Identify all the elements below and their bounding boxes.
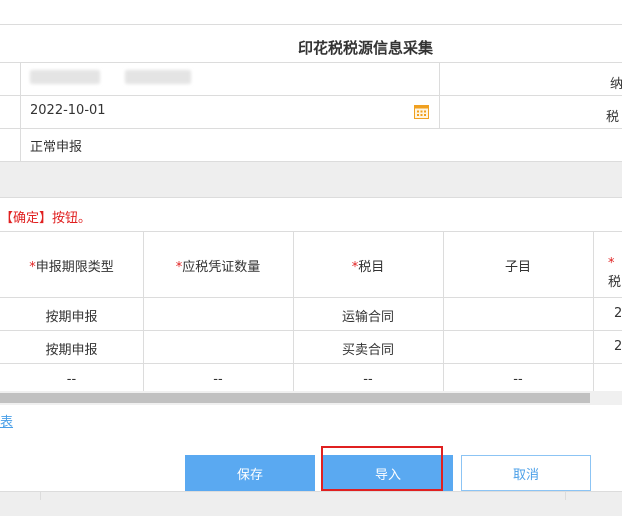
report-type-value: 正常申报 bbox=[30, 140, 83, 155]
redacted-value bbox=[30, 70, 100, 84]
header-label: 应税凭证数量 bbox=[182, 260, 261, 275]
strip-divider bbox=[40, 492, 41, 500]
highlight-box bbox=[321, 446, 443, 491]
title-divider bbox=[0, 62, 622, 63]
table-cell: 按期申报 bbox=[45, 343, 98, 358]
header-label: 税目 bbox=[358, 260, 385, 275]
table-top-border bbox=[0, 231, 622, 232]
header-sub-item: 子目 bbox=[443, 256, 593, 275]
table-link[interactable]: 表 bbox=[0, 411, 13, 430]
top-border bbox=[0, 24, 622, 25]
table-header-border bbox=[0, 297, 622, 298]
table-cell: -- bbox=[66, 372, 77, 387]
save-button[interactable]: 保存 bbox=[185, 455, 315, 491]
required-mark: * bbox=[608, 256, 615, 271]
table-cell: -- bbox=[213, 372, 223, 387]
row-label-divider bbox=[20, 62, 21, 162]
header-label: 子目 bbox=[504, 260, 531, 275]
table-cell: 2 bbox=[614, 306, 622, 321]
header-period-type: *申报期限类型 bbox=[0, 256, 143, 275]
header-tax-item: *税目 bbox=[293, 256, 443, 275]
row2-right-label: 税 bbox=[606, 110, 620, 125]
table-cell: -- bbox=[363, 372, 373, 387]
table-row-border bbox=[0, 363, 622, 364]
table-cell: 运输合同 bbox=[341, 310, 394, 325]
redacted-value bbox=[125, 70, 191, 84]
table-cell: 按期申报 bbox=[45, 310, 98, 325]
section-band bbox=[0, 162, 622, 198]
strip-divider bbox=[565, 492, 566, 500]
header-label: 申报期限类型 bbox=[35, 260, 114, 275]
horizontal-scrollbar-thumb[interactable] bbox=[0, 393, 590, 403]
table-row-border bbox=[0, 330, 622, 331]
horizontal-scrollbar-track[interactable] bbox=[0, 391, 622, 405]
table-cell: -- bbox=[513, 372, 523, 387]
row-divider bbox=[0, 128, 622, 129]
table-col-divider bbox=[443, 231, 444, 391]
table-col-divider bbox=[593, 231, 594, 391]
table-col-divider bbox=[143, 231, 144, 391]
header-voucher-count: *应税凭证数量 bbox=[143, 256, 293, 275]
table-cell: 买卖合同 bbox=[341, 343, 394, 358]
header-tax-partial: *税 bbox=[608, 256, 622, 290]
row-divider bbox=[0, 95, 622, 96]
date-field[interactable]: 2022-10-01 bbox=[30, 103, 106, 118]
notice-text: 【确定】按钮。 bbox=[0, 211, 92, 226]
cancel-button[interactable]: 取消 bbox=[461, 455, 591, 491]
bottom-strip bbox=[0, 491, 622, 516]
row1-right-label: 纳 bbox=[610, 77, 622, 92]
table-cell: 2 bbox=[614, 339, 622, 354]
form-title: 印花税税源信息采集 bbox=[298, 39, 434, 57]
header-label: 税 bbox=[608, 275, 622, 290]
calendar-icon[interactable] bbox=[414, 104, 429, 119]
